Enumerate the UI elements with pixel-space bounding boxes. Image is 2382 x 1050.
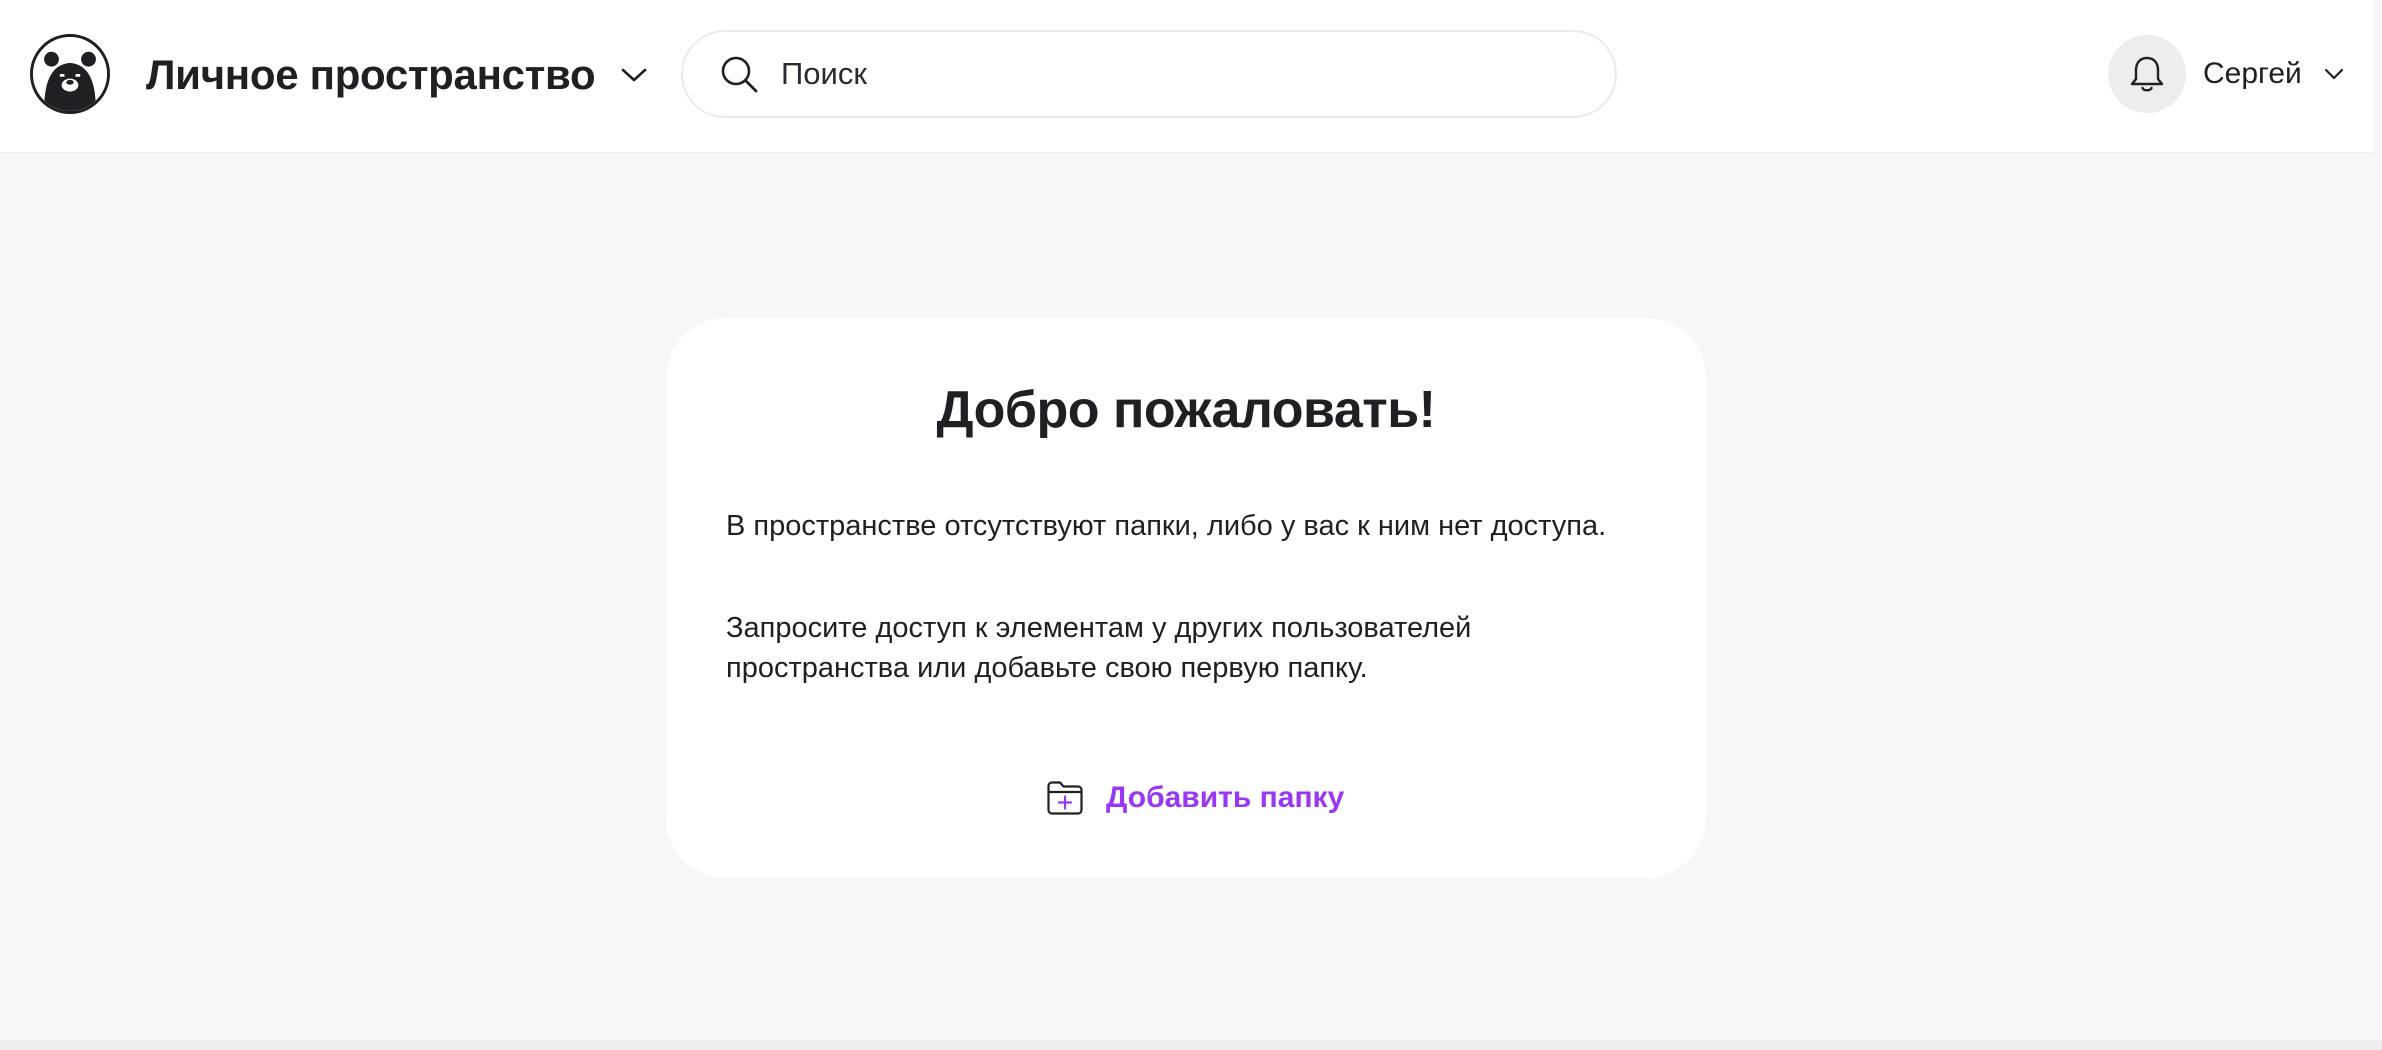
folder-plus-icon — [1047, 781, 1083, 815]
page-bottom-edge — [0, 1040, 2382, 1050]
user-name: Сергей — [2203, 57, 2302, 90]
user-menu[interactable]: Сергей — [2203, 45, 2344, 103]
space-title: Личное пространство — [146, 51, 596, 98]
search-icon — [721, 56, 758, 93]
search-box[interactable] — [681, 30, 1617, 118]
chevron-down-icon — [2324, 68, 2343, 80]
notifications-button[interactable] — [2108, 35, 2186, 113]
request-access-message: Запросите доступ к элементам у других по… — [726, 612, 1472, 684]
page-edge — [2374, 0, 2382, 1050]
add-folder-button[interactable]: Добавить папку — [1046, 776, 1344, 820]
empty-space-message: В пространстве отсутствуют папки, либо у… — [726, 510, 1607, 542]
space-switcher[interactable]: Личное пространство — [146, 40, 647, 110]
add-folder-label: Добавить папку — [1106, 781, 1345, 814]
top-bar: Личное пространство Сергей — [0, 0, 2374, 153]
welcome-card: Добро пожаловать! В пространстве отсутст… — [666, 318, 1706, 878]
bell-icon — [2130, 56, 2164, 92]
search-input[interactable] — [779, 55, 1579, 93]
welcome-title: Добро пожаловать! — [936, 381, 1436, 439]
chevron-down-icon — [622, 68, 647, 82]
bear-logo-icon[interactable] — [30, 34, 110, 114]
